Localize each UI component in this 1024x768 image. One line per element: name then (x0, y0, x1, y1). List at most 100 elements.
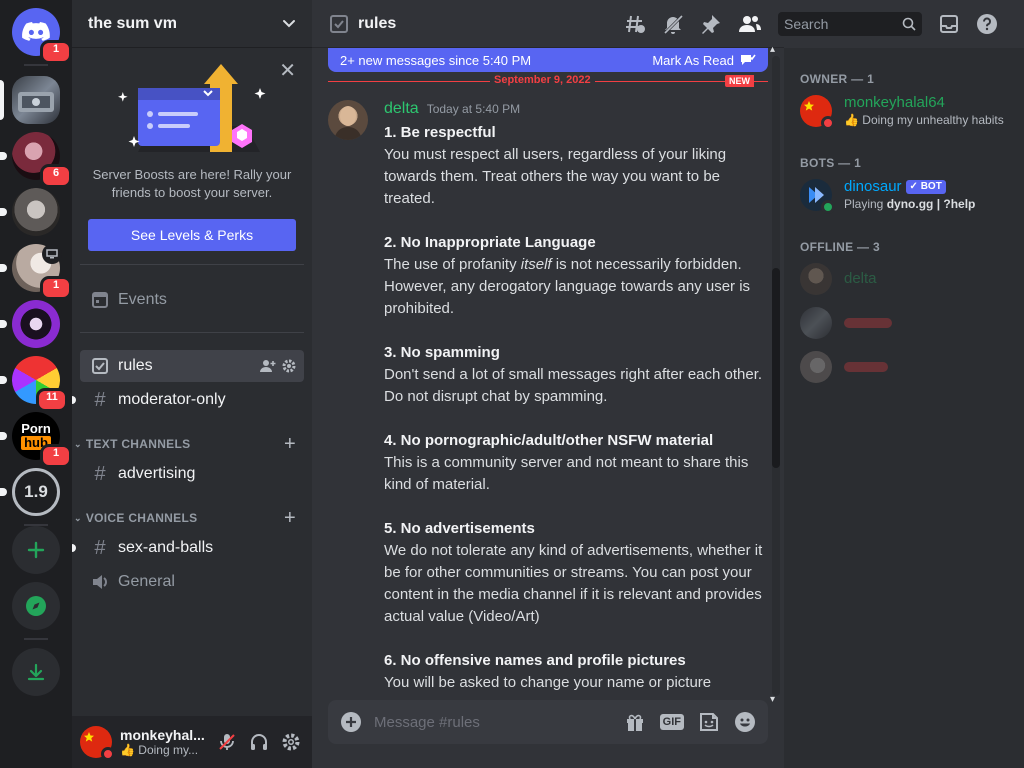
scroll-thumb[interactable] (772, 268, 780, 468)
download-icon (27, 663, 45, 681)
create-channel-icon[interactable]: + (284, 507, 296, 530)
member-offline[interactable] (800, 302, 1024, 344)
member-bot[interactable]: dinosaur ✓ BOT Playing dyno.gg | ?help (800, 174, 1024, 216)
server-active-indicator (0, 80, 4, 120)
scroll-down-icon[interactable]: ▾ (770, 694, 775, 705)
username: monkeyhal... (120, 727, 205, 743)
server-icon[interactable]: 1.9 (12, 468, 60, 516)
new-tag: NEW (725, 75, 754, 87)
header-toolbar: Search (624, 12, 998, 36)
category-text-channels[interactable]: ⌄ TEXT CHANNELS + (72, 433, 312, 456)
server-unread-indicator (0, 488, 7, 496)
voice-channel-general[interactable]: General (80, 566, 304, 598)
see-levels-perks-button[interactable]: See Levels & Perks (88, 219, 296, 251)
server-rail: 1 6 1 11 Porn hub 1 1.9 (0, 0, 72, 768)
avatar[interactable] (328, 100, 368, 140)
server-badge: 6 (40, 164, 72, 188)
emoji-icon[interactable] (734, 711, 756, 733)
member-offline[interactable]: delta (800, 258, 1024, 300)
divider-date: September 9, 2022 (490, 74, 595, 86)
inbox-icon[interactable] (938, 13, 960, 35)
add-server-button[interactable] (12, 526, 60, 574)
server-unread-indicator (0, 152, 7, 160)
scroll-up-icon[interactable]: ▴ (770, 44, 775, 55)
rule-text-part: The use of profanity (384, 256, 521, 273)
notifications-muted-icon[interactable] (662, 13, 684, 35)
boost-illustration-icon (118, 64, 266, 152)
headphones-icon (251, 734, 267, 750)
channel-moderator-only[interactable]: # moderator-only (72, 384, 304, 416)
speaker-icon (93, 575, 107, 589)
server-icon[interactable] (12, 188, 60, 236)
dnd-status-icon (101, 747, 115, 761)
channel-name: sex-and-balls (118, 539, 214, 556)
boost-description: Server Boosts are here! Rally your frien… (92, 167, 292, 200)
rule-block: 2. No Inappropriate Language The use of … (384, 232, 768, 320)
server-art-icon (18, 92, 54, 112)
scrollbar[interactable]: ▴ ▾ (768, 44, 784, 705)
user-settings-button[interactable] (278, 726, 304, 758)
rule-block: 4. No pornographic/adult/other NSFW mate… (384, 430, 768, 496)
rule-title: 6. No offensive names and profile pictur… (384, 652, 686, 669)
channel-rules[interactable]: rules (80, 350, 304, 382)
mute-button[interactable] (214, 726, 240, 758)
member-owner[interactable]: monkeyhalal64 👍 Doing my unhealthy habit… (800, 90, 1024, 132)
sticker-icon[interactable] (698, 711, 720, 733)
channel-sex-and-balls[interactable]: # sex-and-balls (72, 532, 304, 564)
rule-title: 5. No advertisements (384, 520, 535, 537)
member-name (844, 362, 888, 372)
rule-title: 1. Be respectful (384, 124, 496, 141)
create-channel-icon[interactable]: + (284, 433, 296, 456)
search-icon (902, 17, 916, 31)
message-composer[interactable]: Message #rules GIF (328, 700, 768, 744)
mark-read-icon (741, 54, 756, 65)
channel-name: moderator-only (118, 391, 226, 408)
new-messages-bar[interactable]: 2+ new messages since 5:40 PM Mark As Re… (328, 48, 768, 72)
rule-text-emphasis: itself (520, 256, 552, 273)
upload-plus-icon[interactable] (340, 711, 362, 733)
member-name: delta (844, 270, 877, 287)
close-icon[interactable]: ✕ (279, 60, 296, 80)
gift-icon[interactable] (624, 711, 646, 733)
server-icon-active[interactable] (12, 76, 60, 124)
category-label: TEXT CHANNELS (85, 437, 191, 451)
dnd-status-icon (821, 116, 835, 130)
new-messages-text: 2+ new messages since 5:40 PM (340, 52, 532, 68)
hash-icon: # (94, 388, 106, 411)
channel-advertising[interactable]: # advertising (80, 458, 304, 490)
member-offline[interactable] (800, 346, 1024, 388)
user-meta[interactable]: monkeyhal... 👍 Doing my... (120, 727, 208, 757)
message-input[interactable]: Message #rules (374, 714, 480, 731)
message-author[interactable]: delta (384, 100, 419, 118)
avatar (800, 179, 835, 214)
server-unread-indicator (0, 208, 7, 216)
search-input[interactable]: Search (778, 12, 922, 36)
invite-icon[interactable] (260, 359, 276, 373)
avatar[interactable] (80, 726, 115, 761)
channel-name: rules (118, 357, 153, 374)
chat-area: rules 2+ new messages since 5:40 PM Mark… (312, 0, 784, 768)
hash-icon: # (94, 462, 106, 485)
member-list-icon[interactable] (738, 13, 762, 35)
server-icon[interactable] (12, 300, 60, 348)
rule-title: 3. No spamming (384, 344, 500, 361)
gif-button[interactable]: GIF (659, 714, 684, 730)
new-messages-divider: September 9, 2022 NEW (328, 74, 768, 88)
member-status: 👍 Doing my unhealthy habits (844, 113, 1004, 127)
explore-servers-button[interactable] (12, 582, 60, 630)
rule-title: 4. No pornographic/adult/other NSFW mate… (384, 432, 714, 449)
pin-icon[interactable] (700, 13, 722, 35)
threads-icon[interactable] (624, 13, 646, 35)
member-list: OWNER — 1 monkeyhalal64 👍 Doing my unhea… (784, 48, 1024, 768)
events-item[interactable]: Events (80, 284, 304, 316)
category-voice-channels[interactable]: ⌄ VOICE CHANNELS + (72, 507, 312, 530)
guild-header[interactable]: the sum vm (72, 0, 312, 48)
home-button[interactable]: 1 (12, 8, 72, 64)
gear-icon[interactable] (282, 359, 296, 373)
help-icon[interactable] (976, 13, 998, 35)
mark-as-read-button[interactable]: Mark As Read (652, 53, 756, 68)
rules-channel-icon (92, 358, 108, 374)
avatar (800, 263, 832, 295)
deafen-button[interactable] (246, 726, 272, 758)
download-apps-button[interactable] (12, 648, 60, 696)
